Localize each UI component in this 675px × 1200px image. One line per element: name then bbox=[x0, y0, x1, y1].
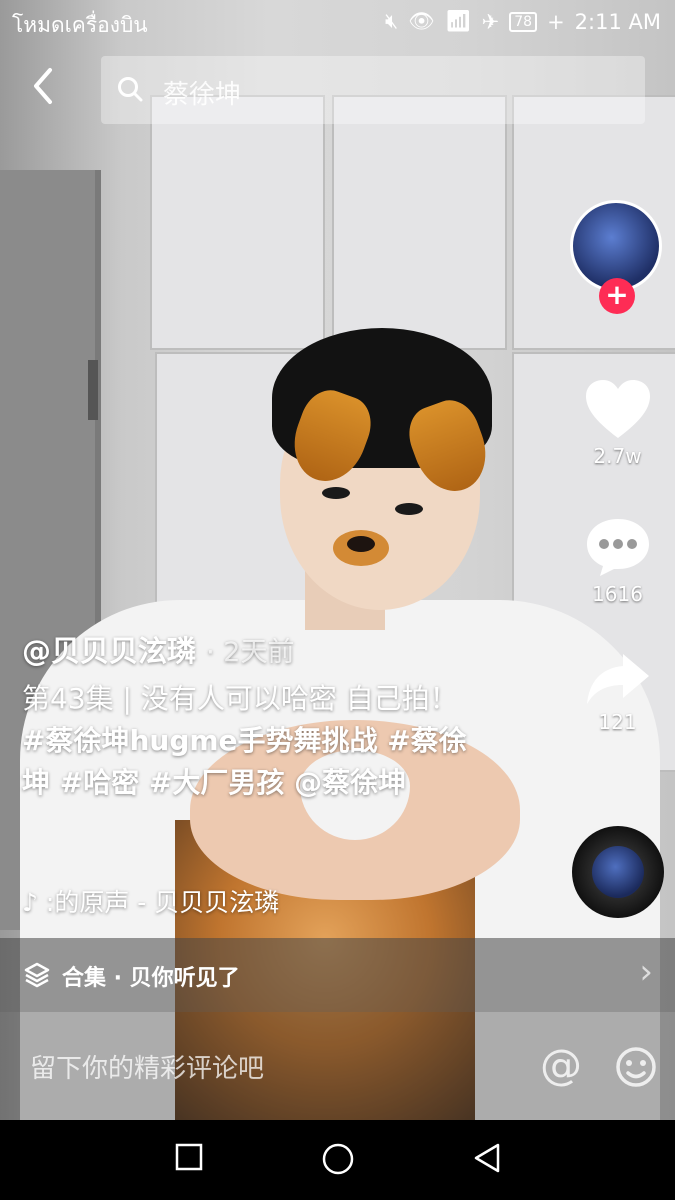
status-bar: โหมดเครื่องบิน 🔇︎ 👁︎ 📶︎ ✈ 78 + 2:11 AM bbox=[0, 0, 675, 44]
back-nav-icon[interactable] bbox=[472, 1142, 504, 1174]
charging-icon: + bbox=[547, 9, 565, 34]
cabinet-panel bbox=[150, 95, 325, 350]
wifi-icon: 📶︎ bbox=[444, 9, 472, 33]
search-icon bbox=[118, 77, 143, 102]
chevron-right-icon: › bbox=[639, 952, 653, 992]
eye bbox=[395, 503, 423, 515]
comment-bubble-icon bbox=[586, 519, 649, 576]
sound-name: :的原声 - 贝贝贝泫璘 bbox=[45, 888, 280, 917]
post-description: 第43集 | 没有人可以哈密 自己拍！ bbox=[22, 682, 458, 715]
system-nav-bar bbox=[0, 1120, 675, 1200]
recent-apps-icon[interactable] bbox=[174, 1142, 204, 1172]
battery-icon: 78 bbox=[509, 11, 538, 32]
layers-icon bbox=[24, 962, 50, 988]
post-hashtags[interactable]: #蔡徐坤hugme手势舞挑战 #蔡徐坤 #哈密 #大厂男孩 @蔡徐坤 bbox=[22, 720, 492, 804]
like-button[interactable]: 2.7w bbox=[570, 378, 665, 468]
back-button[interactable] bbox=[28, 66, 68, 116]
music-disc-cover bbox=[592, 846, 644, 898]
collection-bar[interactable]: 合集 · 贝你听见了 › bbox=[0, 938, 675, 1012]
share-arrow-icon bbox=[586, 654, 649, 704]
sound-link[interactable]: ♪ :的原声 - 贝贝贝泫璘 bbox=[22, 883, 279, 919]
cabinet-panel bbox=[332, 95, 507, 350]
music-disc[interactable] bbox=[572, 826, 664, 918]
comment-button[interactable]: 1616 bbox=[570, 516, 665, 606]
status-carrier: โหมดเครื่องบิน bbox=[12, 13, 148, 37]
music-note-icon: ♪ bbox=[22, 888, 38, 917]
mute-icon: 🔇︎ bbox=[385, 9, 399, 33]
airplane-icon: ✈ bbox=[481, 9, 500, 34]
home-icon[interactable] bbox=[321, 1142, 355, 1176]
dog-nose-filter bbox=[333, 530, 389, 566]
status-time: 2:11 AM bbox=[574, 9, 661, 34]
like-count: 2.7w bbox=[593, 444, 642, 468]
search-query: 蔡徐坤 bbox=[163, 80, 242, 110]
follow-button[interactable]: + bbox=[599, 278, 635, 314]
post-time: · 2天前 bbox=[206, 637, 295, 668]
eye bbox=[322, 487, 350, 499]
share-button[interactable]: 121 bbox=[570, 652, 665, 734]
door-hinge bbox=[88, 360, 98, 420]
eye-icon: 👁︎ bbox=[408, 9, 435, 33]
back-arrow-icon bbox=[34, 68, 52, 104]
mention-button[interactable]: @ bbox=[540, 1040, 582, 1089]
heart-icon bbox=[585, 380, 650, 438]
status-icons: 🔇︎ 👁︎ 📶︎ ✈ 78 + 2:11 AM bbox=[385, 9, 661, 34]
comment-input[interactable]: 留下你的精彩评论吧 bbox=[30, 1048, 264, 1085]
comment-bar: 留下你的精彩评论吧 @ bbox=[0, 1012, 675, 1120]
post-caption: @贝贝贝泫璘 · 2天前 第43集 | 没有人可以哈密 自己拍！ #蔡徐坤hug… bbox=[22, 628, 492, 804]
collection-label: 合集 · 贝你听见了 bbox=[62, 966, 240, 991]
smiley-icon[interactable] bbox=[615, 1046, 657, 1088]
comment-count: 1616 bbox=[592, 582, 643, 606]
search-bar[interactable]: 蔡徐坤 bbox=[101, 56, 645, 124]
share-count: 121 bbox=[598, 710, 637, 734]
author-name[interactable]: @贝贝贝泫璘 bbox=[22, 634, 196, 668]
